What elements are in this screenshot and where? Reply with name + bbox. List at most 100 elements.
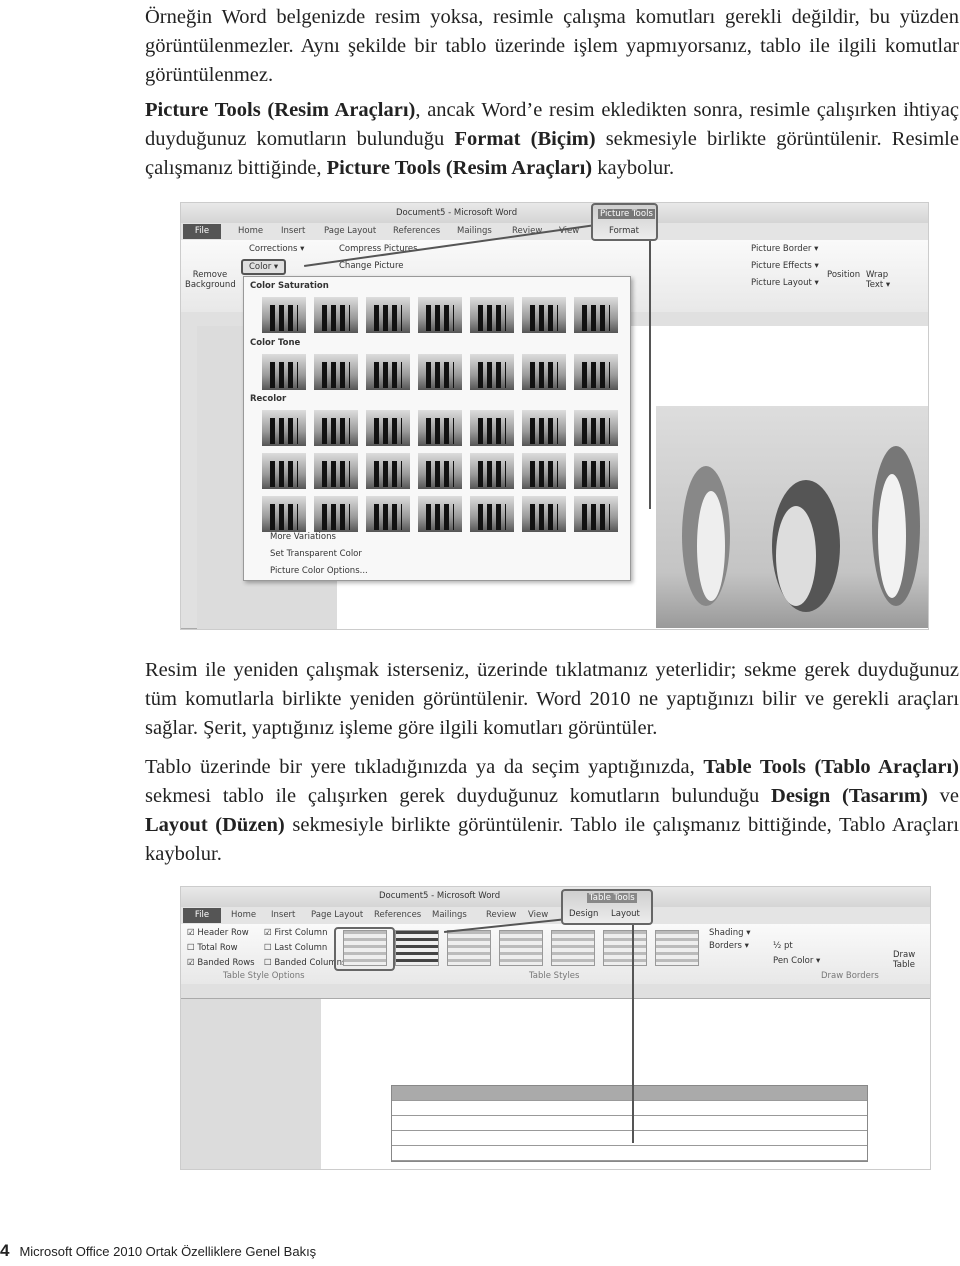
tab-mailings[interactable]: Mailings bbox=[457, 226, 492, 236]
corrections-button[interactable]: Corrections ▾ bbox=[249, 244, 304, 254]
option-checkbox[interactable]: ☑ First Column bbox=[264, 928, 327, 938]
color-variant-thumbnail[interactable] bbox=[418, 496, 462, 532]
paragraph-1: Örneğin Word belgenizde resim yoksa, res… bbox=[145, 3, 959, 90]
table-style-thumbnail[interactable] bbox=[551, 930, 595, 966]
color-variant-thumbnail[interactable] bbox=[418, 410, 462, 446]
picture-border-button[interactable]: Picture Border ▾ bbox=[751, 244, 818, 254]
color-variant-thumbnail[interactable] bbox=[522, 496, 566, 532]
color-variant-thumbnail[interactable] bbox=[470, 410, 514, 446]
color-variant-thumbnail[interactable] bbox=[470, 297, 514, 333]
table-style-thumbnail[interactable] bbox=[603, 930, 647, 966]
tab-home[interactable]: Home bbox=[238, 226, 263, 236]
tab-references[interactable]: References bbox=[374, 910, 421, 920]
option-checkbox[interactable]: ☑ Banded Rows bbox=[187, 958, 255, 968]
color-variant-thumbnail[interactable] bbox=[366, 453, 410, 489]
ribbon: ☑ Header Row ☑ First Column ☐ Total Row ☐ L… bbox=[181, 924, 930, 985]
tab-page-layout[interactable]: Page Layout bbox=[311, 910, 363, 920]
context-tab-label: Picture Tools bbox=[598, 209, 655, 219]
color-variant-thumbnail[interactable] bbox=[418, 354, 462, 390]
color-variant-thumbnail[interactable] bbox=[522, 410, 566, 446]
selected-table-style[interactable] bbox=[334, 927, 395, 971]
color-variant-thumbnail[interactable] bbox=[366, 297, 410, 333]
text-run: sekmesi tablo ile çalışırken gerek duydu… bbox=[145, 785, 772, 807]
text-run: Örneğin Word belgenizde resim yoksa, res… bbox=[145, 6, 959, 86]
tab-format[interactable]: Format bbox=[609, 226, 639, 236]
color-button[interactable]: Color ▾ bbox=[241, 259, 287, 275]
color-variant-thumbnail[interactable] bbox=[314, 453, 358, 489]
tab-view[interactable]: View bbox=[528, 910, 548, 920]
color-variant-thumbnail[interactable] bbox=[314, 297, 358, 333]
color-variant-thumbnail[interactable] bbox=[522, 297, 566, 333]
section-color-saturation: Color Saturation bbox=[250, 281, 329, 291]
menu-set-transparent-color[interactable]: Set Transparent Color bbox=[270, 549, 362, 559]
penguin-picture[interactable] bbox=[656, 406, 928, 628]
color-variant-thumbnail[interactable] bbox=[262, 496, 306, 532]
tab-file[interactable]: File bbox=[183, 908, 221, 923]
document-table[interactable] bbox=[391, 1085, 868, 1162]
group-draw-borders: Draw Borders bbox=[821, 971, 879, 981]
tab-design[interactable]: Design bbox=[569, 909, 598, 919]
color-variant-thumbnail[interactable] bbox=[574, 496, 618, 532]
table-style-thumbnail[interactable] bbox=[395, 930, 439, 966]
tab-layout[interactable]: Layout bbox=[611, 909, 640, 919]
color-variant-thumbnail[interactable] bbox=[574, 297, 618, 333]
color-variant-thumbnail[interactable] bbox=[522, 453, 566, 489]
tab-references[interactable]: References bbox=[393, 226, 440, 236]
table-style-thumbnail[interactable] bbox=[447, 930, 491, 966]
color-variant-thumbnail[interactable] bbox=[522, 354, 566, 390]
remove-background-button[interactable]: Remove Background bbox=[185, 270, 236, 290]
tab-file[interactable]: File bbox=[183, 224, 221, 239]
color-variant-thumbnail[interactable] bbox=[574, 410, 618, 446]
paragraph-2: Picture Tools (Resim Araçları), ancak Wo… bbox=[145, 96, 959, 183]
option-checkbox[interactable]: ☑ Header Row bbox=[187, 928, 249, 938]
option-checkbox[interactable]: ☐ Total Row bbox=[187, 943, 238, 953]
tab-home[interactable]: Home bbox=[231, 910, 256, 920]
color-variant-thumbnail[interactable] bbox=[314, 496, 358, 532]
color-variant-thumbnail[interactable] bbox=[470, 496, 514, 532]
tab-insert[interactable]: Insert bbox=[271, 910, 295, 920]
change-picture-button[interactable]: Change Picture bbox=[339, 261, 403, 271]
window-title: Document5 - Microsoft Word bbox=[379, 891, 501, 901]
tab-page-layout[interactable]: Page Layout bbox=[324, 226, 376, 236]
pen-color-button[interactable]: Pen Color ▾ bbox=[773, 956, 820, 966]
bold-term: Design (Tasarım) bbox=[771, 785, 928, 807]
table-style-thumbnail[interactable] bbox=[499, 930, 543, 966]
picture-layout-button[interactable]: Picture Layout ▾ bbox=[751, 278, 819, 288]
color-variant-thumbnail[interactable] bbox=[262, 354, 306, 390]
shading-button[interactable]: Shading ▾ bbox=[709, 928, 751, 938]
table-tools-context-tab[interactable]: Table Tools Design Layout bbox=[561, 889, 653, 925]
color-variant-thumbnail[interactable] bbox=[366, 410, 410, 446]
position-button[interactable]: Position bbox=[827, 270, 860, 280]
borders-button[interactable]: Borders ▾ bbox=[709, 941, 749, 951]
table-style-thumbnail[interactable] bbox=[655, 930, 699, 966]
horizontal-ruler[interactable] bbox=[181, 984, 930, 999]
color-variant-thumbnail[interactable] bbox=[470, 453, 514, 489]
draw-table-button[interactable]: Draw Table bbox=[893, 950, 919, 970]
color-variant-thumbnail[interactable] bbox=[366, 354, 410, 390]
color-variant-thumbnail[interactable] bbox=[366, 496, 410, 532]
menu-picture-color-options[interactable]: Picture Color Options... bbox=[270, 566, 368, 576]
color-variant-thumbnail[interactable] bbox=[574, 453, 618, 489]
color-variant-thumbnail[interactable] bbox=[262, 410, 306, 446]
tab-review[interactable]: Review bbox=[486, 910, 516, 920]
option-checkbox[interactable]: ☐ Last Column bbox=[264, 943, 327, 953]
picture-tools-context-tab[interactable]: Picture Tools Format bbox=[591, 203, 658, 241]
pen-weight-select[interactable]: ½ pt bbox=[773, 941, 793, 951]
wrap-text-button[interactable]: Wrap Text ▾ bbox=[866, 270, 892, 290]
color-variant-thumbnail[interactable] bbox=[470, 354, 514, 390]
picture-effects-button[interactable]: Picture Effects ▾ bbox=[751, 261, 819, 271]
text-run: ve bbox=[927, 785, 959, 807]
color-variant-thumbnail[interactable] bbox=[574, 354, 618, 390]
vertical-ruler[interactable] bbox=[181, 326, 197, 629]
title-bar: Document5 - Microsoft Word bbox=[181, 203, 928, 223]
color-variant-thumbnail[interactable] bbox=[314, 354, 358, 390]
document-page: Örneğin Word belgenizde resim yoksa, res… bbox=[0, 0, 960, 1266]
tab-insert[interactable]: Insert bbox=[281, 226, 305, 236]
color-variant-thumbnail[interactable] bbox=[418, 453, 462, 489]
color-variant-thumbnail[interactable] bbox=[314, 410, 358, 446]
color-variant-thumbnail[interactable] bbox=[262, 297, 306, 333]
color-variant-thumbnail[interactable] bbox=[262, 453, 306, 489]
color-variant-thumbnail[interactable] bbox=[418, 297, 462, 333]
tab-mailings[interactable]: Mailings bbox=[432, 910, 467, 920]
menu-more-variations[interactable]: More Variations bbox=[270, 532, 336, 542]
